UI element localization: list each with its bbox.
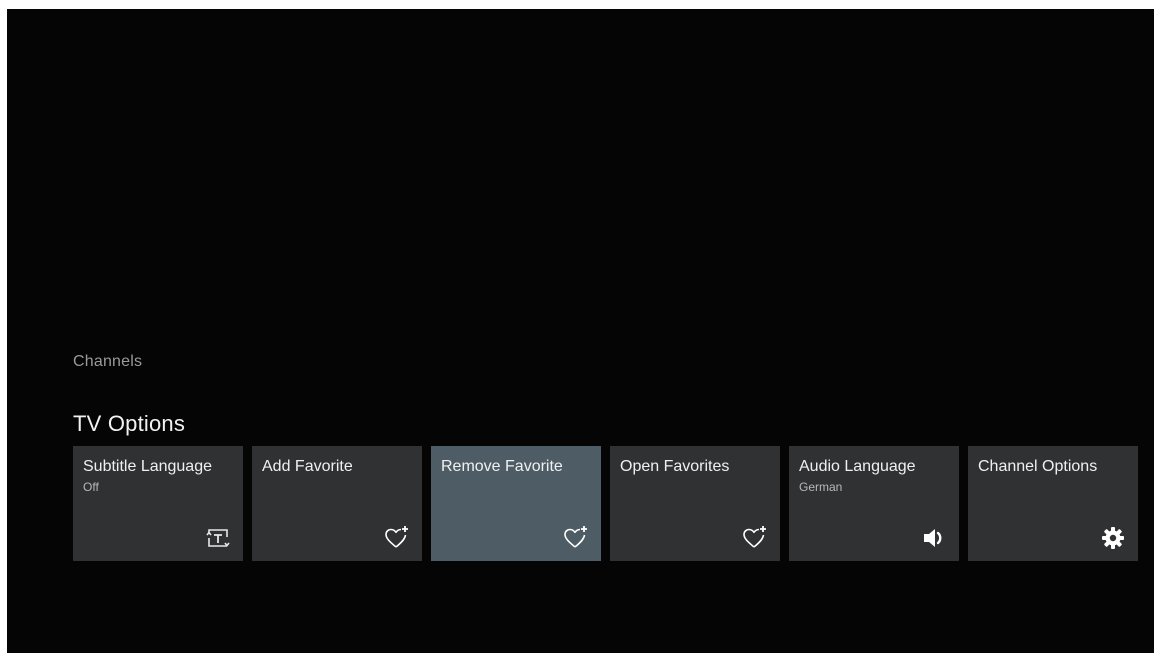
breadcrumb: Channels <box>73 353 143 370</box>
card-label: Open Favorites <box>620 458 730 475</box>
subtitle-language-card[interactable]: Subtitle Language Off <box>73 446 243 561</box>
tv-screen: Channels TV Options Subtitle Language Of… <box>7 9 1154 653</box>
open-favorites-card[interactable]: Open Favorites <box>610 446 780 561</box>
card-value: Off <box>83 480 99 494</box>
heart-plus-icon <box>742 525 768 551</box>
card-value: German <box>799 480 843 494</box>
page-title: TV Options <box>73 411 186 436</box>
heart-plus-icon <box>384 525 410 551</box>
audio-language-card[interactable]: Audio Language German <box>789 446 959 561</box>
card-label: Channel Options <box>978 458 1098 475</box>
subtitle-icon <box>205 525 231 551</box>
card-label: Audio Language <box>799 458 916 475</box>
channel-options-card[interactable]: Channel Options <box>968 446 1138 561</box>
card-label: Add Favorite <box>262 458 353 475</box>
add-favorite-card[interactable]: Add Favorite <box>252 446 422 561</box>
card-label: Subtitle Language <box>83 458 212 475</box>
speaker-icon <box>921 525 947 551</box>
gear-icon <box>1100 525 1126 551</box>
options-row: Subtitle Language Off Add Favorite Remov… <box>73 446 1138 561</box>
heart-plus-icon <box>563 525 589 551</box>
card-label: Remove Favorite <box>441 458 563 475</box>
remove-favorite-card[interactable]: Remove Favorite <box>431 446 601 561</box>
